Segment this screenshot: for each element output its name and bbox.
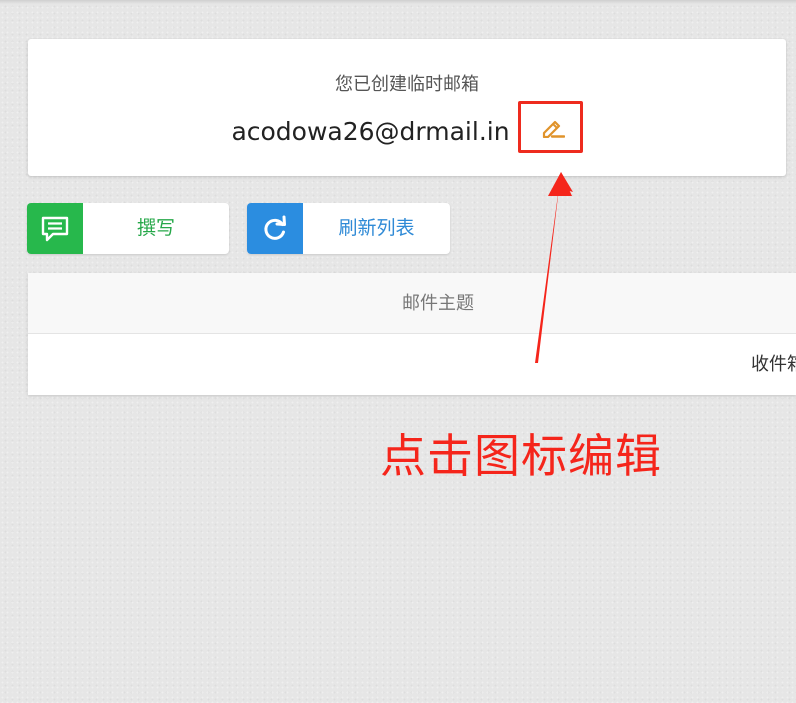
compose-button-label: 撰写	[136, 217, 175, 239]
card-title: 您已创建临时邮箱	[335, 74, 479, 95]
refresh-list-button[interactable]: 刷新列表	[247, 203, 450, 254]
edit-highlight-box	[517, 101, 583, 153]
email-row: acodowa26@drmail.in	[28, 101, 786, 153]
email-card: 您已创建临时邮箱 acodowa26@drmail.in	[28, 39, 786, 176]
email-address: acodowa26@drmail.in	[231, 116, 510, 146]
refresh-icon-box	[247, 203, 303, 254]
mail-table: 邮件主题 收件箱	[28, 273, 796, 395]
annotation-text: 点击图标编辑	[380, 429, 662, 483]
refresh-icon	[264, 215, 286, 240]
compose-icon-box	[27, 203, 83, 254]
table-row[interactable]: 收件箱	[28, 334, 796, 395]
message-icon	[41, 216, 69, 242]
table-header: 邮件主题	[28, 273, 796, 334]
header-subject: 邮件主题	[402, 293, 474, 314]
refresh-button-label: 刷新列表	[338, 217, 415, 239]
inbox-label: 收件箱	[751, 354, 796, 375]
compose-button[interactable]: 撰写	[27, 203, 229, 254]
page-top-edge	[0, 0, 796, 4]
pencil-icon[interactable]	[541, 116, 565, 138]
